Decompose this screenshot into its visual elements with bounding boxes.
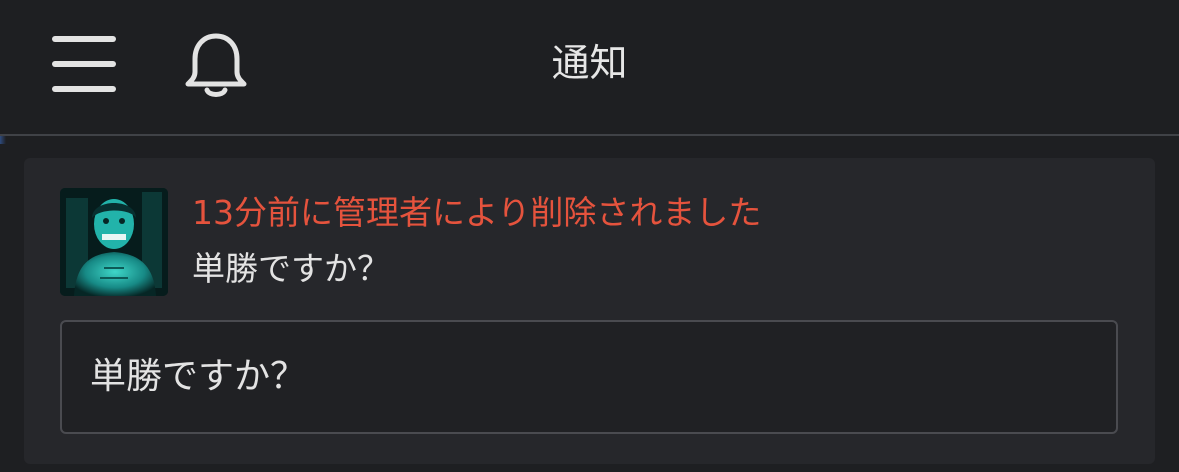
deleted-status-text: 13分前に管理者により削除されました: [192, 193, 762, 232]
quoted-message-box[interactable]: 単勝ですか？: [60, 320, 1118, 434]
notification-card[interactable]: 13分前に管理者により削除されました 単勝ですか？ 単勝ですか？: [24, 158, 1155, 464]
user-avatar[interactable]: [60, 188, 168, 296]
top-bar: 通知: [0, 0, 1179, 136]
message-preview: 単勝ですか？: [192, 249, 390, 288]
notifications-page: 通知 13分前に管理者により削除されました 単勝ですか？ 単勝ですか？: [0, 0, 1179, 472]
page-title: 通知: [551, 41, 628, 85]
quoted-message-text: 単勝ですか？: [90, 356, 307, 397]
